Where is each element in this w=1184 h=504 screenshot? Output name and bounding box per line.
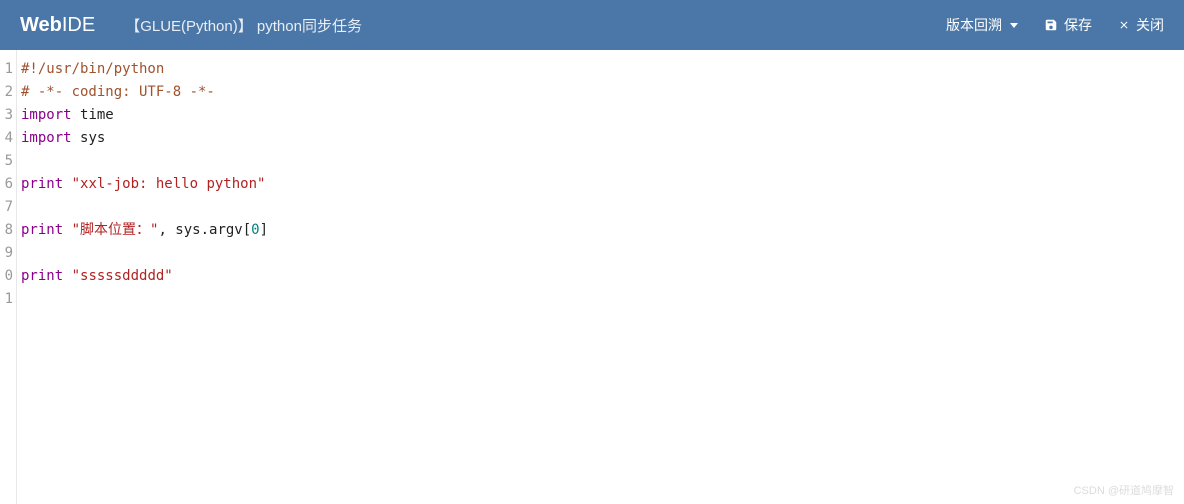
save-label: 保存 [1064,15,1092,35]
line-number: 3 [0,104,16,127]
save-button[interactable]: 保存 [1044,15,1092,35]
version-history-label: 版本回溯 [946,15,1002,35]
save-icon [1044,18,1058,32]
line-number: 8 [0,219,16,242]
logo-part2: IDE [62,14,95,36]
line-number: 1 [0,288,16,311]
logo-part1: Web [20,14,62,36]
code-line[interactable] [21,196,1184,219]
line-number: 0 [0,265,16,288]
line-number: 2 [0,81,16,104]
close-label: 关闭 [1136,15,1164,35]
header-bar: WebIDE 【GLUE(Python)】 python同步任务 版本回溯 保存… [0,0,1184,50]
code-line[interactable]: import time [21,104,1184,127]
editor: 12345678901 #!/usr/bin/python# -*- codin… [0,50,1184,504]
line-number: 7 [0,196,16,219]
watermark: CSDN @研道鸠摩智 [1074,482,1174,498]
line-number: 4 [0,127,16,150]
code-line[interactable]: # -*- coding: UTF-8 -*- [21,81,1184,104]
line-gutter: 12345678901 [0,50,17,504]
close-button[interactable]: 关闭 [1118,15,1164,35]
code-line[interactable]: print "xxl-job: hello python" [21,173,1184,196]
header-left: WebIDE 【GLUE(Python)】 python同步任务 [20,14,362,37]
code-line[interactable] [21,242,1184,265]
close-icon [1118,19,1130,31]
line-number: 6 [0,173,16,196]
code-line[interactable] [21,150,1184,173]
code-line[interactable] [21,288,1184,311]
line-number: 1 [0,58,16,81]
code-line[interactable]: print "脚本位置：", sys.argv[0] [21,219,1184,242]
code-line[interactable]: import sys [21,127,1184,150]
caret-down-icon [1010,23,1018,28]
header-right: 版本回溯 保存 关闭 [946,15,1164,35]
line-number: 5 [0,150,16,173]
code-line[interactable]: #!/usr/bin/python [21,58,1184,81]
code-line[interactable]: print "sssssddddd" [21,265,1184,288]
logo: WebIDE [20,14,95,37]
code-area[interactable]: #!/usr/bin/python# -*- coding: UTF-8 -*-… [17,50,1184,504]
page-title: 【GLUE(Python)】 python同步任务 [125,15,362,36]
line-number: 9 [0,242,16,265]
version-history-button[interactable]: 版本回溯 [946,15,1018,35]
